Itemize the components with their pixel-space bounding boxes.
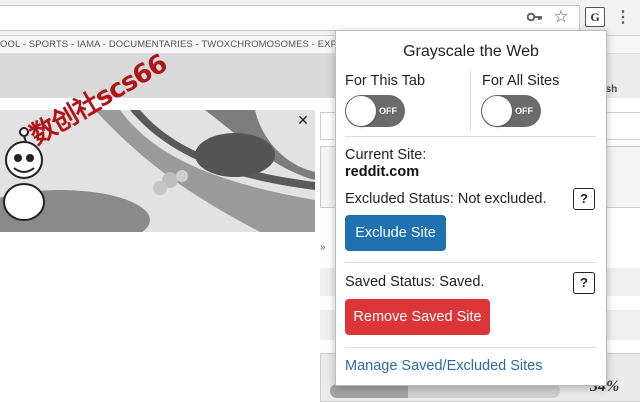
column-divider [470, 71, 471, 131]
excluded-help-button[interactable]: ? [573, 188, 595, 210]
grayscale-extension-icon[interactable]: G [585, 7, 605, 27]
current-site-label: Current Site: [345, 147, 427, 163]
all-sites-label: For All Sites [482, 73, 560, 89]
divider [345, 136, 596, 137]
address-bar[interactable] [0, 5, 580, 31]
divider [345, 347, 596, 348]
remove-saved-site-button[interactable]: Remove Saved Site [345, 299, 490, 335]
this-tab-label: For This Tab [345, 73, 426, 89]
popup-title: Grayscale the Web [403, 43, 539, 60]
key-icon[interactable] [524, 6, 546, 28]
goal-progress-fill [330, 384, 409, 398]
star-icon[interactable]: ☆ [550, 6, 572, 28]
close-icon[interactable]: ✕ [295, 112, 311, 128]
toggle-knob [346, 96, 376, 126]
current-site-value: reddit.com [345, 164, 420, 180]
this-tab-toggle[interactable]: OFF [345, 95, 405, 127]
menu-icon[interactable]: ⋮ [612, 6, 634, 28]
all-sites-toggle[interactable]: OFF [481, 95, 541, 127]
toggle-knob [482, 96, 512, 126]
manage-sites-link[interactable]: Manage Saved/Excluded Sites [345, 358, 543, 374]
toggle-state-text: OFF [379, 106, 397, 116]
grayscale-popup: Grayscale the Web For This Tab For All S… [335, 30, 607, 386]
excluded-status-text: Excluded Status: Not excluded. [345, 191, 547, 207]
goal-progress-bar [330, 384, 560, 398]
exclude-site-button[interactable]: Exclude Site [345, 215, 446, 251]
chevron-right-icon: » [320, 242, 326, 253]
divider [345, 262, 596, 263]
toggle-state-text: OFF [515, 106, 533, 116]
saved-status-text: Saved Status: Saved. [345, 274, 485, 290]
saved-help-button[interactable]: ? [573, 272, 595, 294]
